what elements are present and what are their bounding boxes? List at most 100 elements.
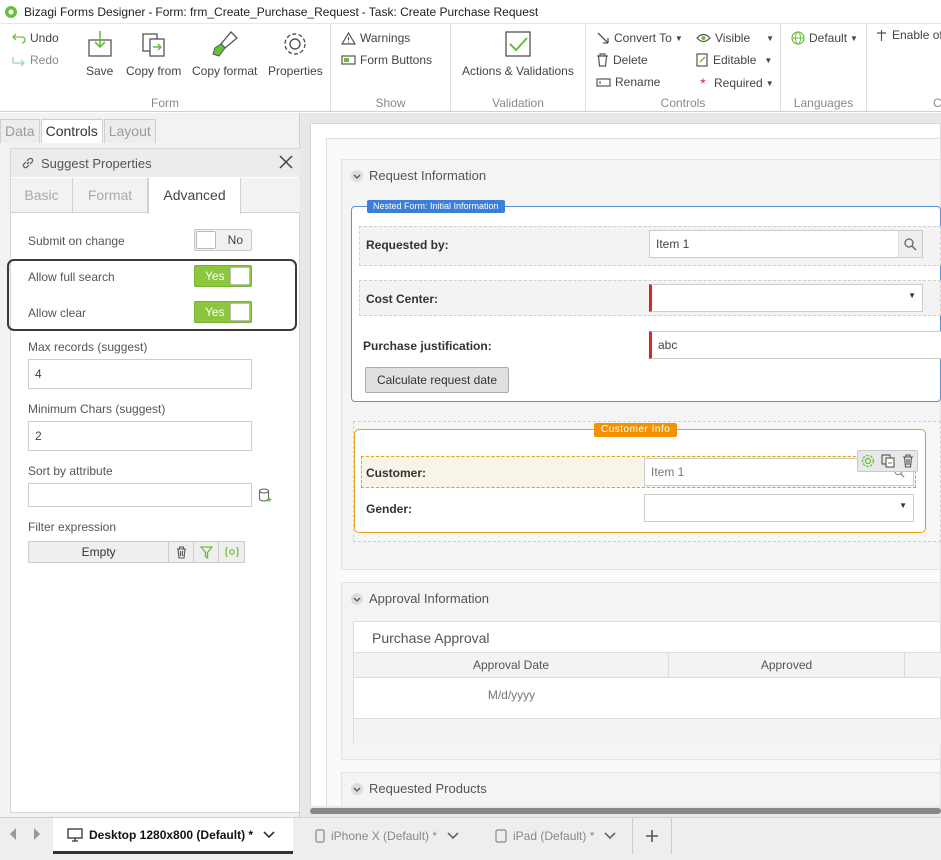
dropdown-arrow-icon: ▼	[908, 291, 916, 300]
gender-label: Gender:	[366, 502, 413, 516]
max-records-input[interactable]: 4	[28, 359, 252, 389]
undo-button[interactable]: Undo	[12, 31, 59, 45]
gender-select[interactable]: ▼	[644, 494, 914, 522]
tablet-icon	[495, 829, 507, 843]
filter-funnel-button[interactable]	[194, 542, 220, 562]
tab-controls[interactable]: Controls	[40, 119, 103, 143]
grid-footer	[354, 718, 941, 744]
chevron-down-icon[interactable]	[350, 169, 364, 183]
search-button[interactable]	[898, 231, 922, 257]
requested-by-label: Requested by:	[366, 238, 449, 252]
purchase-approval-grid[interactable]: Purchase Approval Approval Date Approved…	[353, 621, 941, 744]
undo-icon	[12, 33, 26, 44]
title-separator: -	[361, 4, 366, 19]
group-label-form: Form	[151, 96, 179, 110]
submit-on-change-toggle[interactable]: No	[194, 229, 252, 251]
app-title: Bizagi Forms Designer	[24, 4, 146, 19]
tab-desktop[interactable]: Desktop 1280x800 (Default) *	[53, 818, 293, 854]
arrow-right-icon[interactable]	[32, 827, 42, 841]
editable-button[interactable]: Editable ▼	[696, 53, 772, 67]
actions-validations-button[interactable]: Actions & Validations	[462, 30, 574, 78]
properties-button[interactable]: Properties	[268, 30, 323, 78]
chevron-down-icon[interactable]	[350, 782, 364, 796]
chevron-down-icon	[263, 830, 275, 838]
grid-header-approval-date[interactable]: Approval Date	[354, 652, 669, 678]
group-label-controls: Controls	[660, 96, 706, 110]
visible-button[interactable]: Visible ▼	[696, 31, 774, 45]
required-button[interactable]: * Required ▼	[696, 75, 773, 91]
section-title: Requested Products	[369, 781, 487, 796]
search-icon	[904, 237, 917, 250]
tab-basic[interactable]: Basic	[11, 178, 73, 213]
chevron-down-icon	[604, 832, 616, 840]
gear-icon[interactable]	[861, 454, 875, 468]
allow-full-search-toggle[interactable]: Yes	[194, 265, 252, 287]
database-add-icon[interactable]	[258, 488, 272, 503]
left-tabs: Data Controls Layout	[0, 119, 157, 143]
group-label-cut: C	[933, 96, 941, 110]
group-show: Warnings Form Buttons Show	[331, 24, 451, 111]
arrow-left-icon[interactable]	[8, 827, 18, 841]
language-default-dropdown[interactable]: Default ▼	[791, 31, 858, 45]
sort-by-input[interactable]	[28, 483, 252, 507]
title-separator: -	[148, 4, 153, 19]
section-title: Request Information	[369, 168, 487, 183]
group-form: Undo Redo Save Copy from Copy format Pro…	[0, 24, 331, 111]
tab-layout[interactable]: Layout	[103, 119, 156, 143]
convert-to-button[interactable]: Convert To ▼	[596, 31, 683, 45]
allow-clear-toggle[interactable]: Yes	[194, 301, 252, 323]
control-toolbar	[857, 450, 918, 472]
calculate-request-date-button[interactable]: Calculate request date	[365, 367, 509, 393]
rename-button[interactable]: Rename	[596, 75, 660, 89]
edit-document-icon	[696, 53, 708, 67]
tab-iphone[interactable]: iPhone X (Default) *	[315, 818, 475, 854]
cost-center-select[interactable]: ▼	[649, 284, 923, 312]
tab-data[interactable]: Data	[0, 119, 40, 143]
save-button[interactable]: Save	[86, 30, 113, 78]
horizontal-scrollbar[interactable]	[300, 806, 941, 816]
filter-expression-value[interactable]: Empty	[29, 542, 170, 562]
form-buttons-button[interactable]: Form Buttons	[341, 53, 432, 67]
enable-button[interactable]: Enable of	[875, 28, 941, 42]
trash-icon	[597, 53, 608, 67]
panel-title: Suggest Properties	[41, 155, 152, 171]
purchase-justification-input[interactable]: abc	[649, 331, 941, 359]
allow-clear-label: Allow clear	[28, 306, 87, 320]
filter-delete-button[interactable]	[169, 542, 195, 562]
form-name: Form: frm_Create_Purchase_Request	[155, 4, 359, 19]
chevron-down-icon[interactable]	[350, 592, 364, 606]
copy-format-button[interactable]: Copy format	[192, 30, 257, 78]
delete-button[interactable]: Delete	[596, 53, 648, 67]
group-languages: Default ▼ Languages	[781, 24, 867, 111]
min-chars-input[interactable]: 2	[28, 421, 252, 451]
properties-panel: Suggest Properties Basic Format Advanced…	[7, 148, 300, 813]
copy-from-button[interactable]: Copy from	[126, 30, 181, 78]
tab-ipad[interactable]: iPad (Default) *	[495, 818, 625, 854]
close-icon[interactable]	[278, 154, 294, 170]
min-chars-label: Minimum Chars (suggest)	[28, 402, 166, 416]
group-label-show: Show	[375, 96, 406, 110]
warnings-button[interactable]: Warnings	[341, 31, 410, 45]
trash-icon[interactable]	[902, 454, 914, 468]
convert-icon	[597, 32, 609, 44]
property-tabs: Basic Format Advanced	[11, 178, 300, 214]
monitor-icon	[67, 827, 83, 842]
form-buttons-icon	[341, 55, 356, 65]
redo-button[interactable]: Redo	[12, 53, 59, 67]
requested-by-input[interactable]: Item 1	[649, 230, 923, 258]
tab-format[interactable]: Format	[73, 178, 148, 213]
trash-icon	[176, 545, 186, 559]
globe-icon	[791, 31, 805, 45]
grid-header-approved[interactable]: Approved	[669, 652, 905, 678]
cost-center-label: Cost Center:	[366, 292, 439, 306]
panel-header: Suggest Properties	[11, 149, 300, 177]
grid-cell-date[interactable]: M/d/yyyy	[354, 688, 669, 702]
add-device-button[interactable]	[632, 818, 672, 854]
tab-advanced[interactable]: Advanced	[148, 178, 241, 214]
copy-icon[interactable]	[881, 454, 896, 468]
device-tabs-bar: Desktop 1280x800 (Default) * iPhone X (D…	[0, 817, 941, 860]
filter-expression-button[interactable]	[219, 542, 244, 562]
title-bar: Bizagi Forms Designer - Form: frm_Create…	[0, 0, 941, 24]
eye-icon	[696, 33, 711, 43]
grid-title: Purchase Approval	[372, 630, 490, 646]
